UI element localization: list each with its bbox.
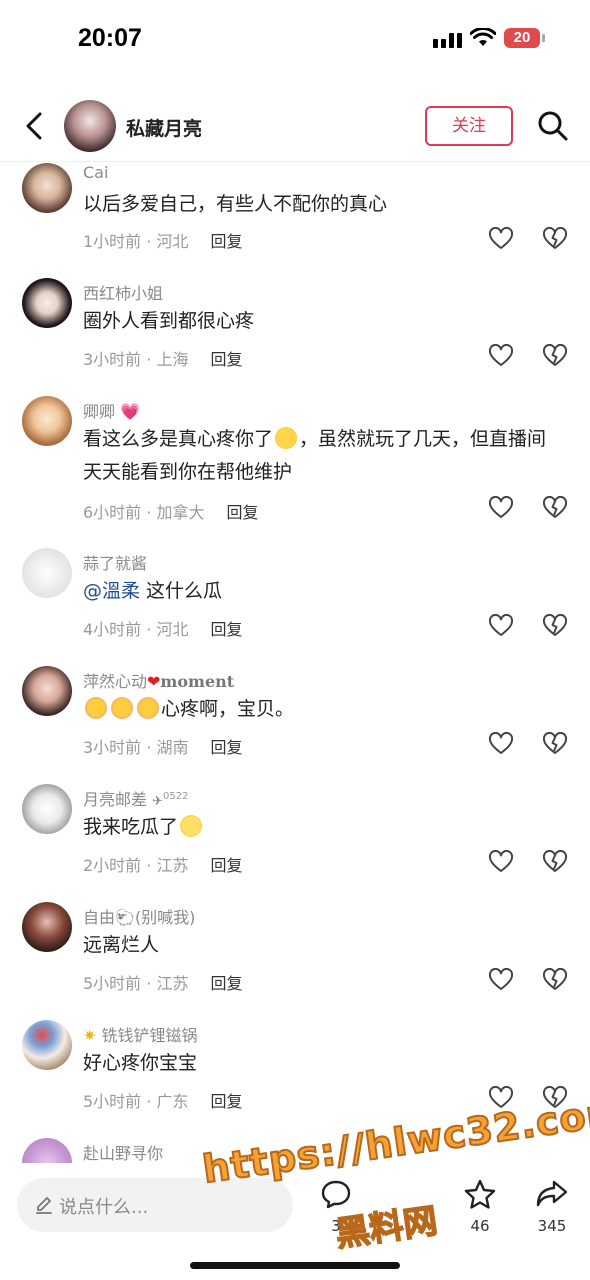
telescope-icon: ✈ <box>152 794 164 809</box>
reply-button[interactable]: 回复 <box>210 350 242 369</box>
comment-author[interactable]: 赴山野寻你 <box>83 1140 163 1163</box>
sparkle-star-icon: ✷ <box>83 1026 97 1045</box>
comment-icon <box>321 1180 351 1209</box>
broken-heart-icon[interactable] <box>542 1086 568 1110</box>
broken-heart-icon[interactable] <box>542 227 568 251</box>
broken-heart-icon[interactable] <box>542 496 568 520</box>
comment-meta: 3小时前 · 上海 回复 <box>83 350 243 369</box>
status-bar: 20:07 20 <box>0 0 590 80</box>
share-count: 345 <box>537 1217 567 1235</box>
comment-author[interactable]: Cai <box>83 163 108 182</box>
status-time: 20:07 <box>78 24 142 52</box>
cellular-signal-icon <box>433 28 462 48</box>
battery-indicator: 20 <box>504 28 545 48</box>
comment-text: 心疼啊，宝贝。 <box>83 693 563 726</box>
heart-icon[interactable] <box>488 732 514 756</box>
comment-input-placeholder: 说点什么... <box>59 1197 149 1218</box>
comment-text: 圈外人看到都很心疼 <box>83 310 255 332</box>
thinking-emoji-icon <box>180 815 203 837</box>
favorite-button[interactable]: 46 <box>450 1179 510 1235</box>
crying-emoji-icon <box>275 427 298 449</box>
comment-list[interactable]: Cai 以后多爱自己，有些人不配你的真心 1小时前 · 河北 回复 西红柿小姐 圈… <box>0 163 590 1163</box>
comment-author[interactable]: 月亮邮差 ✈0522 <box>83 786 188 810</box>
reply-button[interactable]: 回复 <box>210 974 242 993</box>
share-button[interactable]: 345 <box>522 1179 582 1235</box>
pencil-icon <box>36 1197 52 1214</box>
comment-text: 以后多爱自己，有些人不配你的真心 <box>83 193 388 215</box>
avatar[interactable] <box>22 666 72 716</box>
heart-icon[interactable] <box>488 850 514 874</box>
share-icon <box>536 1180 568 1207</box>
hug-emoji-icon <box>85 697 107 719</box>
hug-emoji-icon <box>137 697 159 719</box>
avatar[interactable] <box>22 902 72 952</box>
comment-text: 好心疼你宝宝 <box>83 1052 198 1074</box>
comment-author[interactable]: 蒜了就酱 <box>83 550 147 574</box>
comment-count: 3 <box>331 1217 341 1235</box>
comment-text: 我来吃瓜了 <box>83 811 563 844</box>
avatar[interactable] <box>22 1138 72 1163</box>
back-arrow-icon <box>26 112 42 140</box>
heart-icon[interactable] <box>488 344 514 368</box>
author-avatar[interactable] <box>64 100 116 152</box>
hug-emoji-icon <box>111 697 133 719</box>
comment-meta: 2小时前 · 江苏 回复 <box>83 856 243 875</box>
author-name[interactable]: 私藏月亮 <box>126 114 202 141</box>
back-button[interactable] <box>20 108 50 144</box>
star-icon <box>464 1179 496 1209</box>
comment-author[interactable]: ✷ 铣钱铲锂镃锅 <box>83 1022 198 1046</box>
comment-meta: 5小时前 · 江苏 回复 <box>83 974 243 993</box>
comment-author[interactable]: 自由🐑(别喊我) <box>83 904 195 928</box>
status-icons: 20 <box>433 28 545 48</box>
avatar[interactable] <box>22 1020 72 1070</box>
home-indicator[interactable] <box>190 1262 400 1269</box>
heart-icon[interactable] <box>488 227 514 251</box>
search-icon <box>538 111 568 141</box>
heart-icon[interactable] <box>488 1086 514 1110</box>
wifi-icon <box>470 28 496 46</box>
avatar[interactable] <box>22 396 72 446</box>
broken-heart-icon[interactable] <box>542 344 568 368</box>
broken-heart-icon[interactable] <box>542 732 568 756</box>
comment-meta: 6小时前 · 加拿大 回复 <box>83 503 259 522</box>
heart-icon[interactable] <box>488 614 514 638</box>
broken-heart-icon[interactable] <box>542 850 568 874</box>
comment-meta: 5小时前 · 广东 回复 <box>83 1092 243 1111</box>
comment-text: 看这么多是真心疼你了 ，虽然就玩了几天，但直播间天天能看到你在帮他维护 <box>83 427 547 483</box>
sheep-icon: 🐑 <box>115 908 135 927</box>
heart-icon[interactable] <box>488 968 514 992</box>
comment-author[interactable]: 西红柿小姐 <box>83 280 163 304</box>
reply-button[interactable]: 回复 <box>210 232 242 251</box>
comment-author[interactable]: 卿卿 💗 <box>83 398 140 422</box>
comment-author[interactable]: 萍然心动❤moment <box>83 668 234 692</box>
comment-meta: 3小时前 · 湖南 回复 <box>83 738 243 757</box>
comment-text: @溫柔 这什么瓜 <box>83 580 223 602</box>
bottom-bar: 说点什么... 3 46 345 <box>0 1165 590 1280</box>
reply-button[interactable]: 回复 <box>226 503 258 522</box>
broken-heart-icon[interactable] <box>542 968 568 992</box>
reply-button[interactable]: 回复 <box>210 738 242 757</box>
avatar[interactable] <box>22 163 72 213</box>
mention-link[interactable]: @溫柔 <box>83 580 140 602</box>
broken-heart-icon[interactable] <box>542 614 568 638</box>
reply-button[interactable]: 回复 <box>210 856 242 875</box>
avatar[interactable] <box>22 784 72 834</box>
avatar[interactable] <box>22 548 72 598</box>
reply-button[interactable]: 回复 <box>210 620 242 639</box>
header: 私藏月亮 关注 <box>0 92 590 162</box>
avatar[interactable] <box>22 278 72 328</box>
comment-meta: 1小时前 · 河北 回复 <box>83 232 243 251</box>
comment-text: 远离烂人 <box>83 934 160 956</box>
pink-heart-icon: 💗 <box>120 402 141 421</box>
star-count: 46 <box>470 1217 490 1235</box>
comment-meta: 4小时前 · 河北 回复 <box>83 620 243 639</box>
heart-icon[interactable] <box>488 496 514 520</box>
comment-count-button[interactable]: 3 <box>306 1179 366 1235</box>
reply-button[interactable]: 回复 <box>210 1092 242 1111</box>
red-heart-icon: ❤ <box>147 672 161 691</box>
comment-input[interactable]: 说点什么... <box>17 1178 293 1232</box>
search-button[interactable] <box>536 108 570 144</box>
follow-button[interactable]: 关注 <box>425 106 513 146</box>
